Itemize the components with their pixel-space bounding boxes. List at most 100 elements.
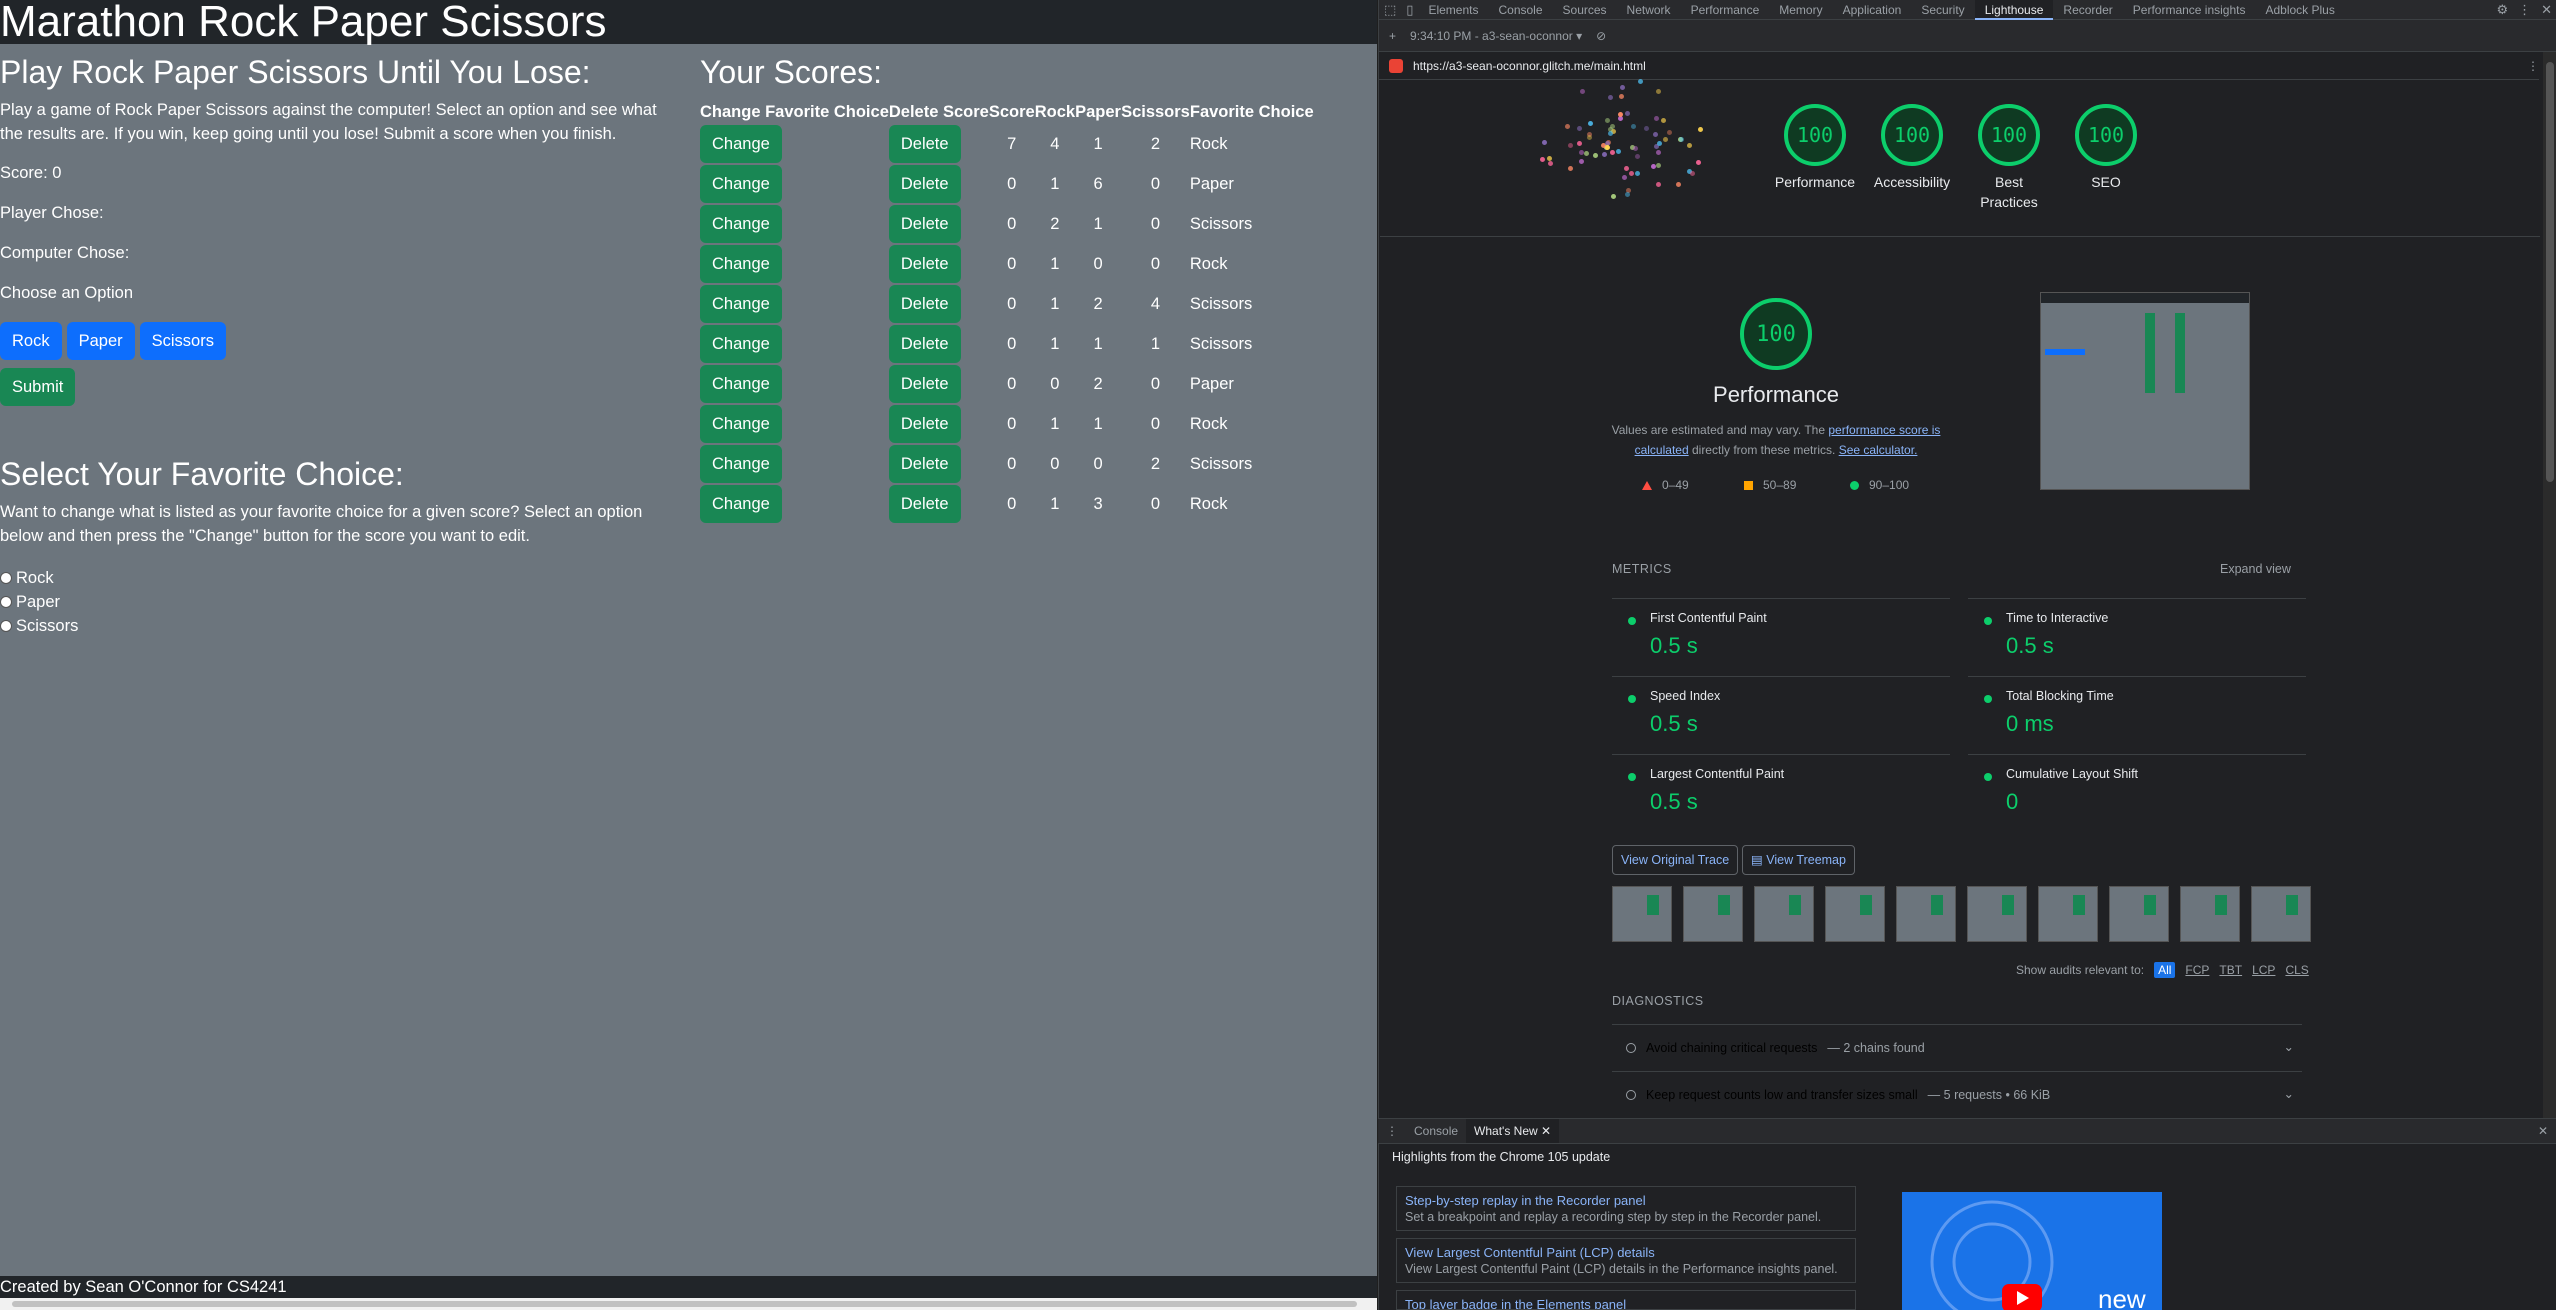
radio-scissors[interactable]: Scissors [0, 614, 78, 638]
delete-cell: Delete [888, 164, 989, 204]
score-cell: 0 [1007, 454, 1017, 473]
delete-button[interactable]: Delete [888, 405, 961, 443]
gauge-label: Accessibility [1873, 174, 1951, 190]
news-card[interactable]: Step-by-step replay in the Recorder pane… [1396, 1186, 1856, 1231]
expand-view-toggle[interactable]: Expand view [2220, 562, 2291, 576]
report-menu-icon[interactable]: ⋮ [2527, 59, 2539, 73]
confetti-dot [1655, 181, 1661, 187]
play-heading: Play Rock Paper Scissors Until You Lose: [0, 54, 591, 90]
news-title[interactable]: Top layer badge in the Elements panel [1405, 1297, 1847, 1309]
more-icon[interactable]: ⋮ [2513, 2, 2536, 18]
change-button[interactable]: Change [700, 445, 782, 483]
filter-all[interactable]: All [2154, 962, 2176, 978]
submit-button[interactable]: Submit [0, 368, 76, 406]
legend-average: 50–89 [1744, 478, 1796, 492]
change-button[interactable]: Change [700, 125, 782, 163]
news-title[interactable]: Step-by-step replay in the Recorder pane… [1405, 1193, 1847, 1208]
diagnostic-item[interactable]: Avoid chaining critical requests — 2 chai… [1612, 1024, 2302, 1070]
news-card[interactable]: View Largest Contentful Paint (LCP) deta… [1396, 1238, 1856, 1283]
chevron-down-icon[interactable]: ⌄ [2284, 1039, 2294, 1054]
horizontal-scrollbar[interactable] [0, 1298, 1377, 1310]
change-button[interactable]: Change [700, 285, 782, 323]
change-button[interactable]: Change [700, 325, 782, 363]
drawer-tab-whats-new[interactable]: What's New ✕ [1466, 1119, 1560, 1143]
scrollbar-thumb[interactable] [2546, 62, 2554, 482]
devtools-tab-security[interactable]: Security [1911, 0, 1974, 20]
drawer-menu-icon[interactable]: ⋮ [1378, 1119, 1406, 1143]
delete-button[interactable]: Delete [888, 205, 961, 243]
close-icon[interactable]: ✕ [1541, 1124, 1551, 1138]
change-button[interactable]: Change [700, 405, 782, 443]
devtools-tab-performance-insights[interactable]: Performance insights [2123, 0, 2256, 20]
filter-cls[interactable]: CLS [2285, 963, 2308, 977]
delete-button[interactable]: Delete [888, 485, 961, 523]
drawer-tab-console[interactable]: Console [1406, 1119, 1466, 1143]
devtools-tab-memory[interactable]: Memory [1769, 0, 1832, 20]
confetti-dot [1576, 126, 1582, 132]
delete-button[interactable]: Delete [888, 165, 961, 203]
filter-tbt[interactable]: TBT [2219, 963, 2242, 977]
gauge-performance[interactable]: 100 Performance [1770, 104, 1860, 192]
devtools-tab-adblock-plus[interactable]: Adblock Plus [2255, 0, 2344, 20]
gauge-accessibility[interactable]: 100 Accessibility [1867, 104, 1957, 192]
change-cell: Change [700, 284, 889, 324]
delete-cell: Delete [888, 404, 989, 444]
devtools-tab-lighthouse[interactable]: Lighthouse [1974, 0, 2054, 20]
delete-button[interactable]: Delete [888, 125, 961, 163]
rock-button[interactable]: Rock [0, 322, 62, 360]
app-page: Marathon Rock Paper Scissors Play Rock P… [0, 0, 1377, 1310]
metric-speed-index: Speed Index 0.5 s [1612, 676, 1950, 742]
radio-paper[interactable]: Paper [0, 590, 78, 614]
delete-button[interactable]: Delete [888, 285, 961, 323]
view-treemap-button[interactable]: ▤ View Treemap [1742, 845, 1855, 875]
change-button[interactable]: Change [700, 365, 782, 403]
scissors-button[interactable]: Scissors [139, 322, 226, 360]
clear-icon[interactable]: ⊘ [1596, 29, 1606, 43]
radio-button[interactable] [0, 620, 12, 632]
devtools-tab-elements[interactable]: Elements [1418, 0, 1488, 20]
paper-button[interactable]: Paper [66, 322, 135, 360]
add-report-icon[interactable]: + [1389, 29, 1396, 43]
see-calculator-link[interactable]: See calculator. [1839, 443, 1918, 457]
gauge-seo[interactable]: 100 SEO [2061, 104, 2151, 192]
filter-fcp[interactable]: FCP [2185, 963, 2209, 977]
change-button[interactable]: Change [700, 485, 782, 523]
delete-button[interactable]: Delete [888, 365, 961, 403]
change-cell: Change [700, 404, 889, 444]
device-toolbar-icon[interactable]: ▯ [1401, 2, 1418, 18]
change-button[interactable]: Change [700, 245, 782, 283]
radio-button[interactable] [0, 596, 12, 608]
change-button[interactable]: Change [700, 165, 782, 203]
devtools-tab-console[interactable]: Console [1488, 0, 1552, 20]
filter-lcp[interactable]: LCP [2252, 963, 2275, 977]
chevron-down-icon[interactable]: ⌄ [2284, 1086, 2294, 1101]
delete-button[interactable]: Delete [888, 245, 961, 283]
col-favorite-choice: Favorite Choice [1189, 102, 1314, 121]
news-card[interactable]: Top layer badge in the Elements panel [1396, 1290, 1856, 1310]
close-drawer-icon[interactable]: ✕ [2530, 1119, 2556, 1143]
inspect-icon[interactable]: ⬚ [1379, 2, 1401, 18]
scissors-cell: 2 [1150, 454, 1161, 473]
scrollbar-thumb[interactable] [12, 1301, 1357, 1307]
close-icon[interactable]: ✕ [2536, 2, 2556, 18]
gauge-best-practices[interactable]: 100 Best Practices [1964, 104, 2054, 212]
change-button[interactable]: Change [700, 205, 782, 243]
devtools-tab-network[interactable]: Network [1617, 0, 1681, 20]
view-original-trace-button[interactable]: View Original Trace [1612, 845, 1739, 875]
diagnostic-item[interactable]: Keep request counts low and transfer siz… [1612, 1071, 2302, 1117]
radio-button[interactable] [0, 572, 12, 584]
delete-button[interactable]: Delete [888, 445, 961, 483]
devtools-tab-application[interactable]: Application [1833, 0, 1912, 20]
devtools-tab-performance[interactable]: Performance [1681, 0, 1770, 20]
whats-new-video[interactable]: new [1902, 1192, 2162, 1310]
vertical-scrollbar[interactable] [2543, 52, 2556, 1118]
report-url[interactable]: https://a3-sean-oconnor.glitch.me/main.h… [1413, 59, 1646, 73]
settings-icon[interactable]: ⚙ [2491, 2, 2513, 18]
radio-rock[interactable]: Rock [0, 566, 78, 590]
devtools-tab-recorder[interactable]: Recorder [2053, 0, 2122, 20]
audit-filter-label: Show audits relevant to: [2016, 963, 2145, 977]
news-title[interactable]: View Largest Contentful Paint (LCP) deta… [1405, 1245, 1847, 1260]
devtools-tab-sources[interactable]: Sources [1553, 0, 1617, 20]
report-selector[interactable]: 9:34:10 PM - a3-sean-oconnor ▾ [1410, 29, 1582, 43]
delete-button[interactable]: Delete [888, 325, 961, 363]
